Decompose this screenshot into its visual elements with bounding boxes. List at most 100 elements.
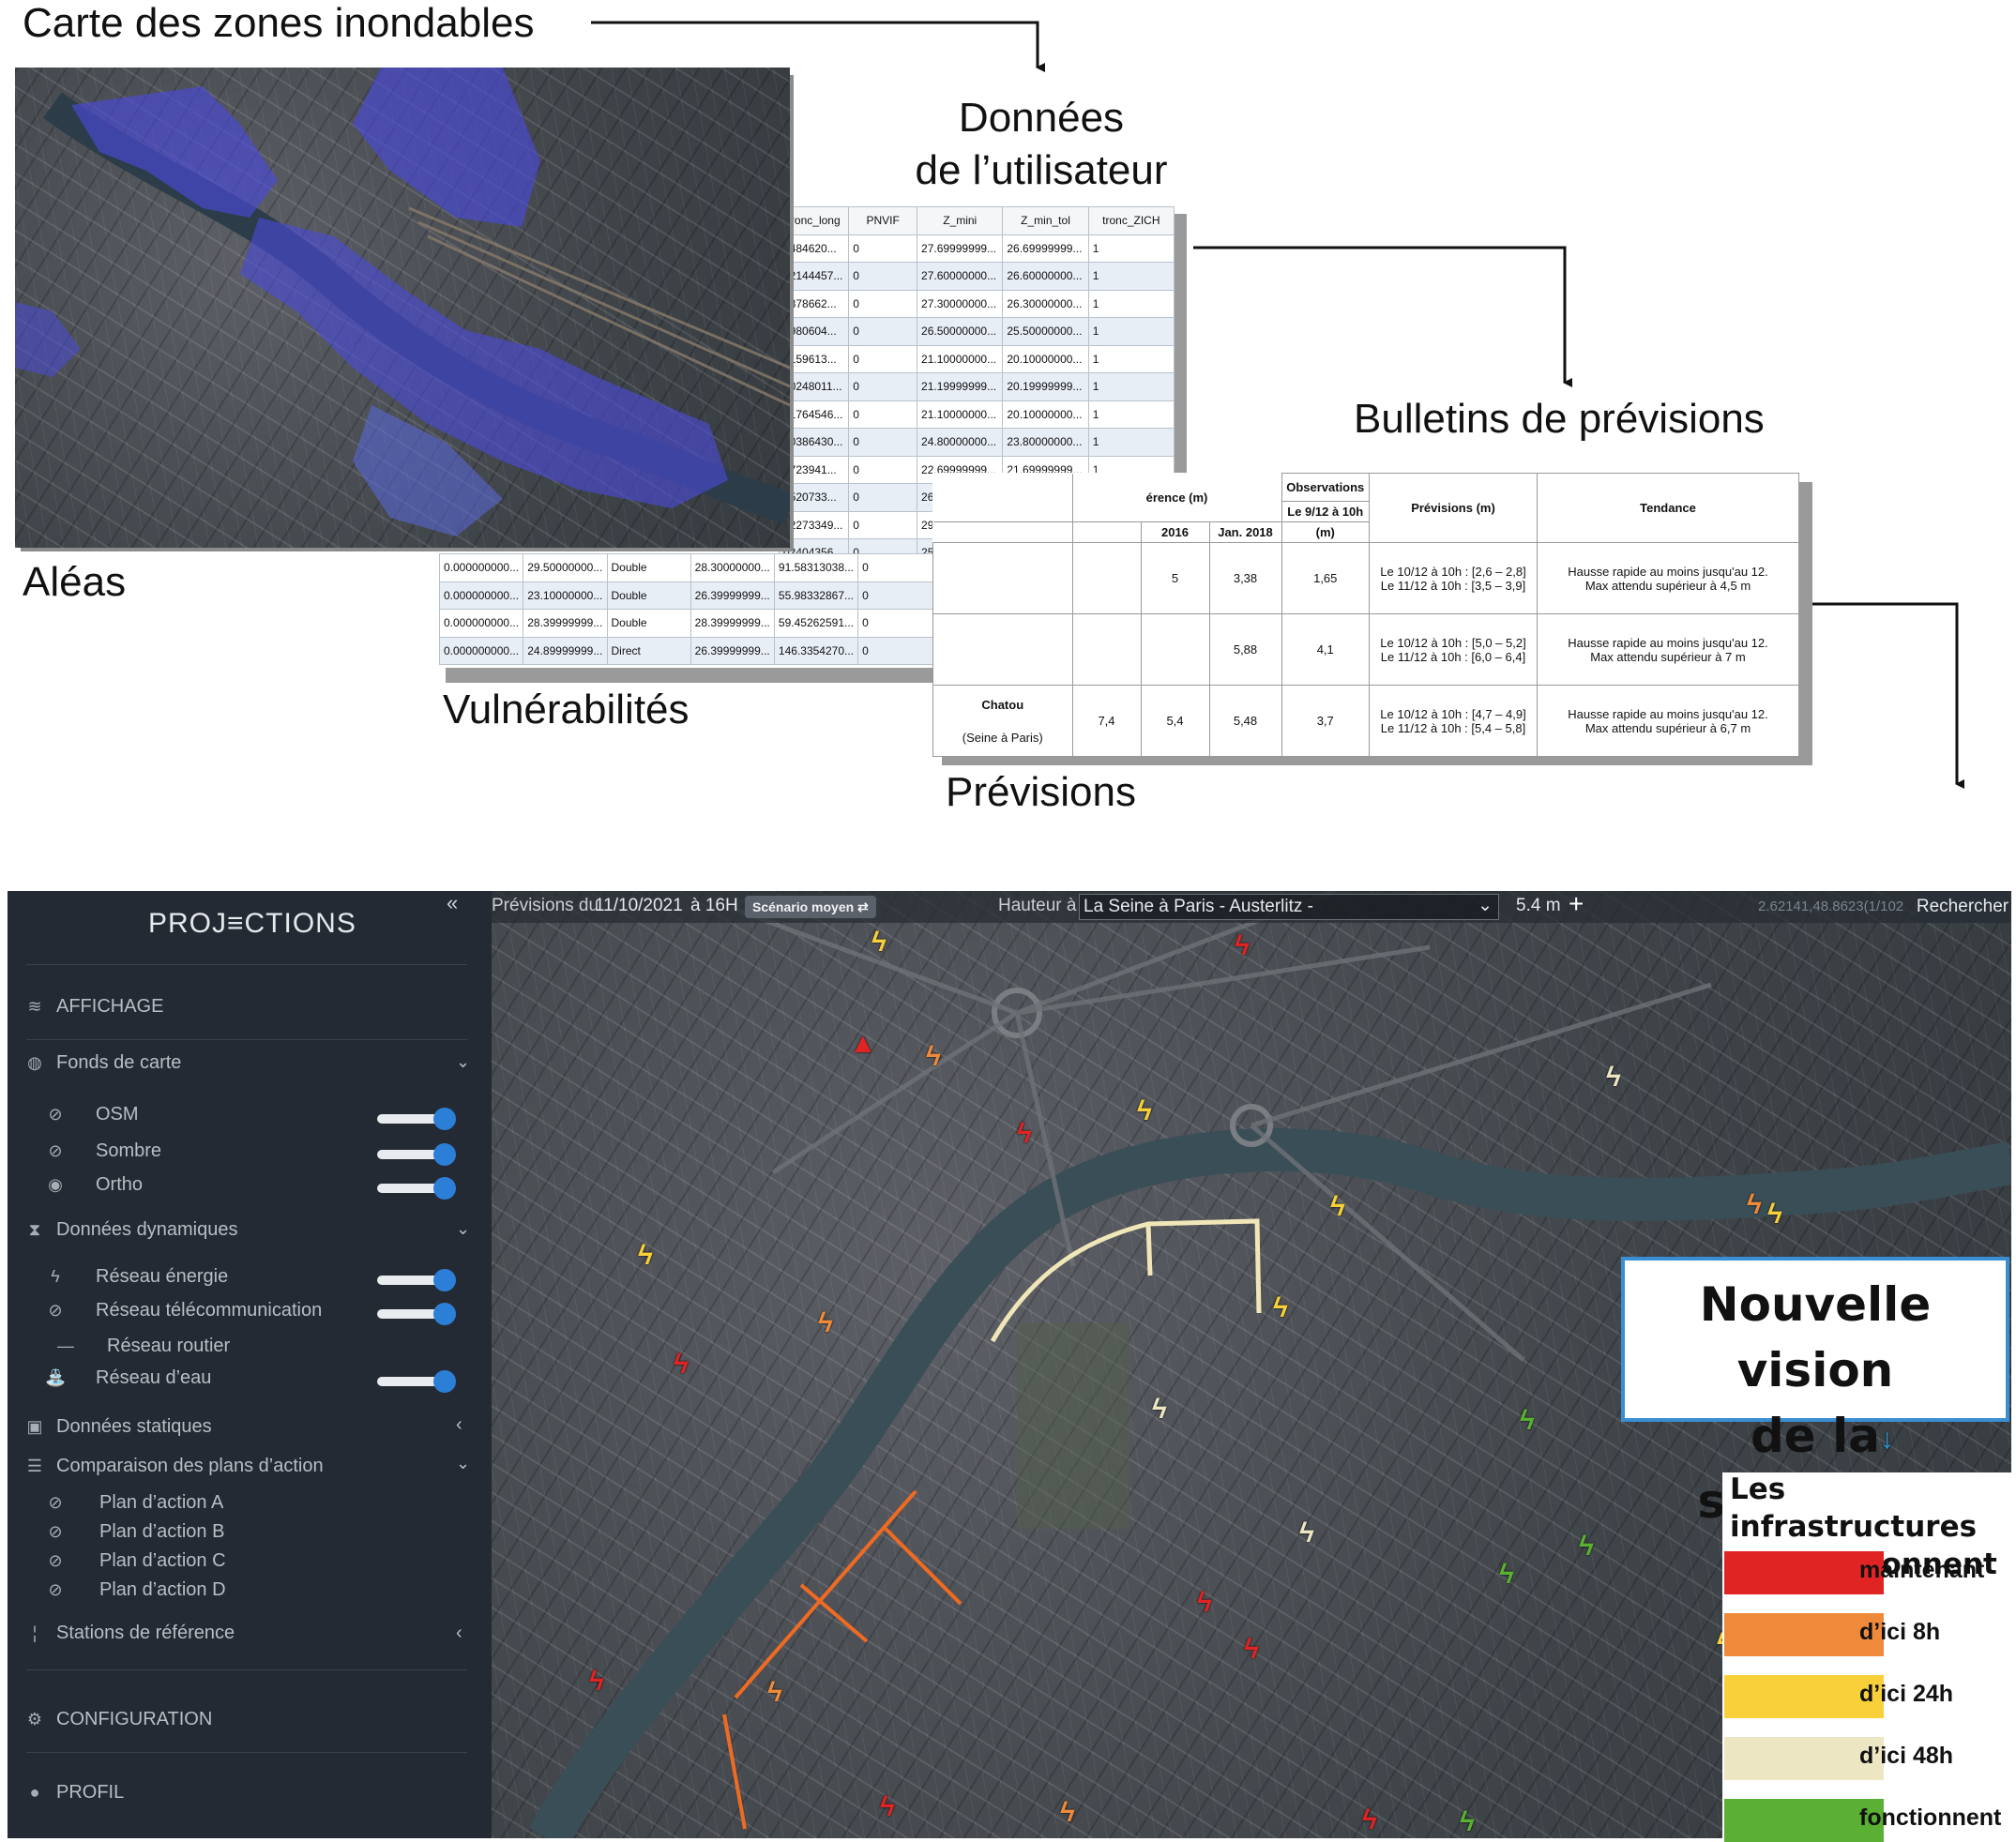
prevision-time: à 16H <box>690 896 738 915</box>
bulletin-header-reference: érence (m) <box>1145 490 1208 505</box>
bolt-icon[interactable]: ϟ <box>589 1668 604 1696</box>
gear-icon: ⚙ <box>26 1710 43 1729</box>
bolt-icon[interactable]: ϟ <box>1152 1396 1167 1424</box>
tendance-line: Hausse rapide au moins jusqu'au 12. <box>1568 635 1768 650</box>
chevron-left-icon[interactable]: ‹ <box>456 1414 462 1436</box>
bolt-icon[interactable]: ϟ <box>1017 1120 1032 1148</box>
toggle-osm[interactable] <box>377 1108 456 1130</box>
table-cell: 26.39999999... <box>690 636 775 665</box>
table-cell: 1 <box>1087 344 1175 373</box>
table-cell: 55.98332867... <box>773 581 859 610</box>
prevision-line: Le 10/12 à 10h : [5,0 – 5,2] <box>1380 635 1526 650</box>
app-logo: PROJ≡CTIONS <box>148 908 356 939</box>
layer-telecom[interactable]: ⊘ Réseau télécommunication <box>45 1300 322 1321</box>
bolt-icon[interactable]: ϟ <box>818 1309 833 1337</box>
bulletin-header-jan2018: Jan. 2018 <box>1218 525 1273 539</box>
search-button[interactable]: Rechercher <box>1916 891 2009 923</box>
plan-b[interactable]: ⊘ Plan d’action B <box>45 1521 224 1543</box>
bolt-icon[interactable]: ϟ <box>1499 1561 1514 1589</box>
chevron-left-icon[interactable]: ‹ <box>456 1623 462 1644</box>
bolt-icon[interactable]: ϟ <box>1460 1808 1475 1836</box>
bolt-icon[interactable]: ϟ <box>767 1679 782 1707</box>
chevron-down-icon[interactable]: ⌄ <box>456 1052 470 1072</box>
bolt-icon[interactable]: ϟ <box>1235 932 1250 960</box>
eye-slash-icon: ⊘ <box>48 1105 63 1124</box>
toggle-sombre[interactable] <box>377 1143 456 1166</box>
bolt-icon[interactable]: ϟ <box>1330 1193 1345 1221</box>
table-cell: 29.50000000... <box>523 553 608 582</box>
plan-a[interactable]: ⊘ Plan d’action A <box>45 1492 223 1514</box>
tendance-line: Max attendu supérieur à 6,7 m <box>1584 720 1751 735</box>
table-cell: 21.10000000... <box>917 344 1004 373</box>
layer-telecom-label: Réseau télécommunication <box>96 1300 323 1321</box>
table-cell: 27.69999999... <box>917 234 1004 263</box>
bolt-icon[interactable]: ϟ <box>1273 1294 1288 1322</box>
bolt-icon[interactable]: ϟ <box>1197 1589 1212 1617</box>
table-cell: 20.10000000... <box>1002 400 1089 429</box>
bolt-icon[interactable]: ϟ <box>1060 1799 1075 1827</box>
avenues <box>735 891 1712 1362</box>
user-icon: ● <box>29 1783 40 1802</box>
eye-slash-icon: ⊘ <box>48 1580 63 1599</box>
flood-zone-left-edge <box>15 302 81 377</box>
bolt-icon[interactable]: ϟ <box>1747 1191 1762 1219</box>
water-tap-icon: ⛲ <box>45 1368 67 1387</box>
section-fonds-de-carte[interactable]: ◍ Fonds de carte <box>24 1052 181 1074</box>
menu-configuration[interactable]: ⚙ CONFIGURATION <box>24 1709 212 1730</box>
bolt-icon[interactable]: ϟ <box>1579 1532 1594 1561</box>
layer-osm[interactable]: ⊘ OSM <box>45 1104 138 1125</box>
bulletin-header-obs-date: Le 9/12 à 10h <box>1287 505 1364 519</box>
collapse-sidebar-button[interactable]: « <box>447 891 458 915</box>
section-donnees-statiques[interactable]: ▣ Données statiques <box>24 1416 211 1438</box>
bolt-icon[interactable]: ϟ <box>872 929 887 957</box>
layer-energie[interactable]: ϟ Réseau énergie <box>45 1266 228 1288</box>
table-cell: 20.19999999... <box>1002 372 1089 401</box>
col-header: Z_mini <box>917 206 1004 235</box>
section-comparaison[interactable]: ☰ Comparaison des plans d’action <box>24 1456 324 1477</box>
obs-value: 3,7 <box>1316 714 1334 728</box>
layer-routier[interactable]: ― Réseau routier <box>45 1336 230 1357</box>
bolt-icon[interactable]: ϟ <box>1606 1064 1621 1092</box>
tendance-line: Max attendu supérieur à 7 m <box>1590 649 1746 664</box>
section-donnees-dynamiques[interactable]: ⧗ Données dynamiques <box>24 1219 238 1241</box>
bolt-icon[interactable]: ϟ <box>674 1351 689 1379</box>
chevron-down-icon[interactable]: ⌄ <box>456 1219 470 1239</box>
plan-c-label: Plan d’action C <box>99 1550 226 1571</box>
toggle-telecom[interactable] <box>377 1303 456 1325</box>
plan-d[interactable]: ⊘ Plan d’action D <box>45 1579 225 1601</box>
bolt-icon[interactable]: ϟ <box>638 1242 653 1270</box>
bolt-icon[interactable]: ▲ <box>849 1030 877 1058</box>
menu-profil[interactable]: ● PROFIL <box>24 1782 125 1804</box>
table-cell: 26.50000000... <box>917 317 1004 346</box>
obs-value: 1,65 <box>1313 571 1338 585</box>
bolt-icon[interactable]: ϟ <box>1362 1806 1377 1834</box>
table-cell: 1 <box>1087 262 1175 291</box>
toggle-energie[interactable] <box>377 1269 456 1291</box>
plus-icon[interactable]: + <box>1569 889 1584 919</box>
table-cell: 0 <box>848 372 918 401</box>
bolt-icon: ϟ <box>51 1267 60 1286</box>
menu-affichage[interactable]: ≋ AFFICHAGE <box>24 996 163 1018</box>
bulletin-header-observations: Observations <box>1286 480 1365 494</box>
toggle-ortho[interactable] <box>377 1177 456 1200</box>
bolt-icon[interactable]: ϟ <box>1137 1097 1152 1125</box>
bolt-icon[interactable]: ϟ <box>880 1793 895 1821</box>
layer-eau[interactable]: ⛲ Réseau d’eau <box>45 1367 211 1389</box>
toggle-eau[interactable] <box>377 1370 456 1393</box>
section-stations[interactable]: ¦ Stations de référence <box>24 1623 235 1644</box>
layer-sombre[interactable]: ⊘ Sombre <box>45 1140 161 1162</box>
col-header: Z_min_tol <box>1002 206 1089 235</box>
layer-ortho[interactable]: ◉ Ortho <box>45 1174 143 1196</box>
bolt-icon[interactable]: ϟ <box>1767 1200 1782 1229</box>
plan-c[interactable]: ⊘ Plan d’action C <box>45 1550 226 1572</box>
bolt-icon[interactable]: ϟ <box>1299 1519 1314 1548</box>
bolt-icon[interactable]: ϟ <box>1520 1407 1535 1435</box>
scenario-button[interactable]: Scénario moyen ⇄ <box>745 896 876 918</box>
layer-ortho-label: Ortho <box>96 1174 144 1195</box>
station-select[interactable]: La Seine à Paris - Austerlitz - ⌄ <box>1079 894 1499 920</box>
bolt-icon[interactable]: ϟ <box>1244 1636 1259 1664</box>
chevron-down-icon[interactable]: ⌄ <box>456 1454 470 1473</box>
bolt-icon[interactable]: ϟ <box>926 1043 941 1071</box>
bulletin-row: 5,88 4,1 Le 10/12 à 10h : [5,0 – 5,2] Le 11… <box>932 613 1799 686</box>
table-cell: 0.000000000... <box>439 553 524 582</box>
